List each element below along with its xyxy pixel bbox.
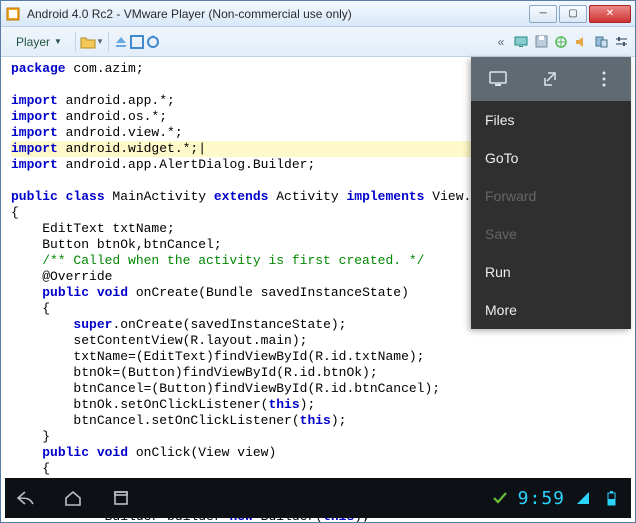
folder-icon[interactable] xyxy=(80,34,96,50)
menu-item-files[interactable]: Files xyxy=(471,101,631,139)
player-menu-button[interactable]: Player ▼ xyxy=(7,31,71,53)
fullscreen-icon[interactable] xyxy=(129,34,145,50)
cycle-icon[interactable] xyxy=(145,34,161,50)
devices-icon[interactable] xyxy=(593,34,609,50)
status-clock: 9:59 xyxy=(518,488,565,509)
menu-item-goto[interactable]: GoTo xyxy=(471,139,631,177)
arrow-left-icon[interactable]: « xyxy=(493,34,509,50)
sound-icon[interactable] xyxy=(573,34,589,50)
android-navbar: 9:59 xyxy=(5,478,631,518)
battery-icon xyxy=(601,488,621,508)
vmware-toolbar: Player ▼ ▼ « xyxy=(1,27,635,57)
titlebar[interactable]: Android 4.0 Rc2 - VMware Player (Non-com… xyxy=(1,1,635,27)
check-icon xyxy=(490,488,510,508)
close-button[interactable]: ✕ xyxy=(589,5,631,23)
toolbar-separator xyxy=(108,32,109,52)
overflow-icon[interactable] xyxy=(593,68,615,90)
vm-content: package com.azim; import android.app.*; … xyxy=(1,57,635,522)
eject-icon[interactable] xyxy=(113,34,129,50)
network-icon[interactable] xyxy=(553,34,569,50)
monitor-icon[interactable] xyxy=(487,68,509,90)
vmware-window: Android 4.0 Rc2 - VMware Player (Non-com… xyxy=(0,0,636,523)
back-icon[interactable] xyxy=(15,488,35,508)
prefs-icon[interactable] xyxy=(613,34,629,50)
home-icon[interactable] xyxy=(63,488,83,508)
toolbar-separator xyxy=(75,32,76,52)
menu-item-forward: Forward xyxy=(471,177,631,215)
player-menu-label: Player xyxy=(16,35,50,49)
menu-item-run[interactable]: Run xyxy=(471,253,631,291)
menu-item-save: Save xyxy=(471,215,631,253)
share-icon[interactable] xyxy=(540,68,562,90)
minimize-button[interactable]: ─ xyxy=(529,5,557,23)
maximize-button[interactable]: ▢ xyxy=(559,5,587,23)
context-menu: FilesGoToForwardSaveRunMore xyxy=(471,57,631,329)
monitor-icon[interactable] xyxy=(513,34,529,50)
recent-icon[interactable] xyxy=(111,488,131,508)
vmware-icon xyxy=(5,6,21,22)
chevron-down-icon[interactable]: ▼ xyxy=(96,37,104,46)
window-title: Android 4.0 Rc2 - VMware Player (Non-com… xyxy=(27,7,529,21)
menu-item-more[interactable]: More xyxy=(471,291,631,329)
signal-icon xyxy=(573,488,593,508)
chevron-down-icon: ▼ xyxy=(54,37,62,46)
menu-top-bar xyxy=(471,57,631,101)
disk-icon[interactable] xyxy=(533,34,549,50)
